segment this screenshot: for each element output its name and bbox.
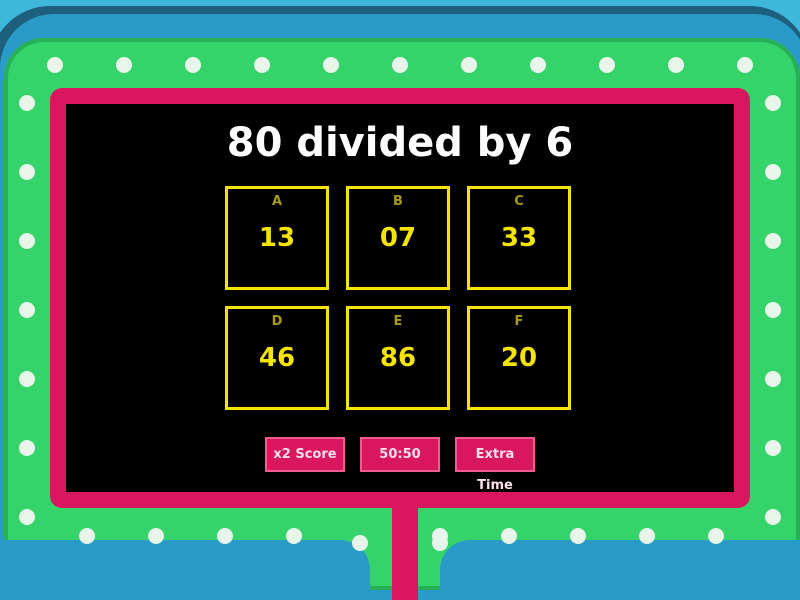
frame-base-left xyxy=(0,540,370,600)
marquee-light xyxy=(19,233,35,249)
double-score-button[interactable]: x2 Score xyxy=(265,437,345,472)
extra-time-button[interactable]: Extra Time xyxy=(455,437,535,493)
marquee-light xyxy=(19,302,35,318)
answer-value: 07 xyxy=(379,223,417,253)
marquee-light xyxy=(461,57,477,73)
answer-box-c[interactable]: C 33 xyxy=(467,186,571,290)
answer-box-b[interactable]: B 07 xyxy=(346,186,450,290)
marquee-light xyxy=(668,57,684,73)
marquee-light xyxy=(392,57,408,73)
marquee-light xyxy=(765,164,781,180)
marquee-light xyxy=(765,95,781,111)
answer-letter: A xyxy=(271,194,283,209)
answer-letter: D xyxy=(271,314,283,329)
answer-value: 46 xyxy=(258,343,296,373)
marquee-light xyxy=(19,95,35,111)
marquee-light xyxy=(217,528,233,544)
answer-box-e[interactable]: E 86 xyxy=(346,306,450,410)
marquee-light xyxy=(599,57,615,73)
answer-value: 13 xyxy=(258,223,296,253)
answer-box-d[interactable]: D 46 xyxy=(225,306,329,410)
marquee-light xyxy=(116,57,132,73)
marquee-light xyxy=(639,528,655,544)
marquee-light xyxy=(737,57,753,73)
answer-letter: F xyxy=(514,314,524,329)
answer-box-a[interactable]: A 13 xyxy=(225,186,329,290)
marquee-light xyxy=(708,528,724,544)
marquee-light xyxy=(765,509,781,525)
answer-value: 86 xyxy=(379,343,417,373)
marquee-light xyxy=(185,57,201,73)
answer-letter: B xyxy=(393,194,403,209)
marquee-light xyxy=(79,528,95,544)
marquee-light xyxy=(765,302,781,318)
marquee-light xyxy=(254,57,270,73)
fifty-fifty-button[interactable]: 50:50 xyxy=(360,437,440,472)
marquee-light xyxy=(765,371,781,387)
marquee-light xyxy=(323,57,339,73)
marquee-light xyxy=(501,528,517,544)
marquee-light xyxy=(47,57,63,73)
answer-value: 33 xyxy=(500,223,538,253)
marquee-light xyxy=(765,233,781,249)
marquee-light xyxy=(19,509,35,525)
marquee-light xyxy=(765,440,781,456)
answer-letter: C xyxy=(514,194,524,209)
frame-base-right xyxy=(440,540,800,600)
screen-stand xyxy=(392,500,418,600)
marquee-light xyxy=(432,535,448,551)
marquee-light xyxy=(352,535,368,551)
answer-value: 20 xyxy=(500,343,538,373)
marquee-light xyxy=(19,371,35,387)
marquee-light xyxy=(19,164,35,180)
answer-box-f[interactable]: F 20 xyxy=(467,306,571,410)
marquee-light xyxy=(570,528,586,544)
answer-letter: E xyxy=(393,314,403,329)
marquee-light xyxy=(286,528,302,544)
game-board: 80 divided by 6 A 13 B 07 C 33 D 46 E 86… xyxy=(0,0,800,600)
marquee-light xyxy=(530,57,546,73)
marquee-light xyxy=(148,528,164,544)
marquee-light xyxy=(19,440,35,456)
question-text: 80 divided by 6 xyxy=(226,120,574,166)
